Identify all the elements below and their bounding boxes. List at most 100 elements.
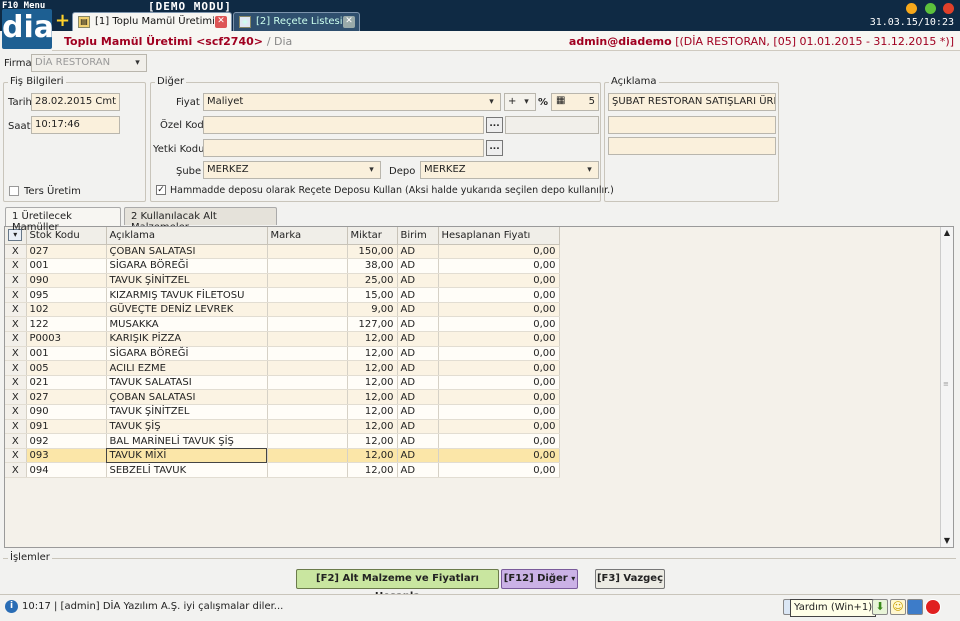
cell-birim[interactable]: AD (397, 302, 439, 318)
delete-row-button[interactable]: X (5, 316, 27, 333)
hammadde-checkbox[interactable]: ✓ (156, 185, 166, 195)
cell-marka[interactable] (267, 302, 348, 318)
cell-aciklama[interactable]: TAVUK SALATASI (106, 375, 268, 391)
cell-hesaplanan-fiyati[interactable]: 0,00 (438, 419, 560, 435)
table-row[interactable]: X 092 BAL MARİNELİ TAVUK ŞİŞ 12,00 AD 0,00 (5, 433, 560, 449)
cell-hesaplanan-fiyati[interactable]: 0,00 (438, 331, 560, 347)
cell-aciklama[interactable]: MUSAKKA (106, 316, 268, 333)
table-row[interactable]: X 021 TAVUK SALATASI 12,00 AD 0,00 (5, 375, 560, 391)
cell-stok-kodu[interactable]: 027 (26, 244, 107, 260)
cell-marka[interactable] (267, 287, 348, 303)
fiyat-select[interactable]: Maliyet ▾ (203, 93, 501, 111)
aciklama-line-3[interactable] (608, 137, 776, 155)
cell-aciklama[interactable]: ÇOBAN SALATASI (106, 244, 268, 260)
delete-row-button[interactable]: X (5, 302, 27, 318)
cell-birim[interactable]: AD (397, 273, 439, 289)
smiley-icon[interactable]: ☺ (890, 599, 906, 615)
cell-miktar[interactable]: 25,00 (347, 273, 398, 289)
column-miktar[interactable]: Miktar (347, 227, 398, 245)
cell-miktar[interactable]: 12,00 (347, 375, 398, 391)
column-hesaplanan-fiyati[interactable]: Hesaplanan Fiyatı (438, 227, 560, 245)
table-row[interactable]: X 091 TAVUK ŞİŞ 12,00 AD 0,00 (5, 419, 560, 435)
cell-miktar[interactable]: 12,00 (347, 360, 398, 376)
cell-birim[interactable]: AD (397, 331, 439, 347)
cell-miktar[interactable]: 12,00 (347, 448, 398, 464)
table-row[interactable]: X 094 SEBZELİ TAVUK 12,00 AD 0,00 (5, 462, 560, 478)
cell-aciklama[interactable]: TAVUK MİXİ (106, 448, 268, 464)
delete-row-button[interactable]: X (5, 287, 27, 303)
column-birim[interactable]: Birim (397, 227, 439, 245)
cell-birim[interactable]: AD (397, 419, 439, 435)
cell-marka[interactable] (267, 404, 348, 420)
cell-hesaplanan-fiyati[interactable]: 0,00 (438, 302, 560, 318)
cell-aciklama[interactable]: TAVUK ŞİNİTZEL (106, 273, 268, 289)
cell-stok-kodu[interactable]: 090 (26, 404, 107, 420)
cell-aciklama[interactable]: ACILI EZME (106, 360, 268, 376)
table-row[interactable]: X 090 TAVUK ŞİNİTZEL 25,00 AD 0,00 (5, 273, 560, 289)
download-icon[interactable]: ⬇ (872, 599, 888, 615)
cell-marka[interactable] (267, 346, 348, 362)
cell-birim[interactable]: AD (397, 389, 439, 406)
close-window-icon[interactable] (943, 3, 954, 14)
cell-stok-kodu[interactable]: 091 (26, 419, 107, 435)
cell-birim[interactable]: AD (397, 287, 439, 303)
table-row[interactable]: X 027 ÇOBAN SALATASI 12,00 AD 0,00 (5, 389, 560, 406)
cell-birim[interactable]: AD (397, 258, 439, 274)
cell-stok-kodu[interactable]: 122 (26, 316, 107, 333)
cell-miktar[interactable]: 12,00 (347, 346, 398, 362)
cell-aciklama[interactable]: TAVUK ŞİNİTZEL (106, 404, 268, 420)
minimize-icon[interactable] (906, 3, 917, 14)
delete-row-button[interactable]: X (5, 244, 27, 260)
cell-aciklama[interactable]: SİGARA BÖREĞİ (106, 258, 268, 274)
tab-recete-listesi[interactable]: ◈ [2] Reçete Listesi ✕ (233, 12, 360, 31)
ters-uretim-checkbox[interactable] (9, 186, 19, 196)
diger-menu-button[interactable]: [F12] Diğer ▾ (501, 569, 578, 589)
delete-row-button[interactable]: X (5, 448, 27, 464)
cell-aciklama[interactable]: SİGARA BÖREĞİ (106, 346, 268, 362)
cell-birim[interactable]: AD (397, 244, 439, 260)
ozel-kod-field[interactable] (203, 116, 484, 134)
column-aciklama[interactable]: Açıklama (106, 227, 268, 245)
cell-aciklama[interactable]: GÜVEÇTE DENİZ LEVREK (106, 302, 268, 318)
cell-hesaplanan-fiyati[interactable]: 0,00 (438, 360, 560, 376)
cell-hesaplanan-fiyati[interactable]: 0,00 (438, 389, 560, 406)
table-row[interactable]: X 122 MUSAKKA 127,00 AD 0,00 (5, 316, 560, 333)
column-marka[interactable]: Marka (267, 227, 348, 245)
table-row[interactable]: X 005 ACILI EZME 12,00 AD 0,00 (5, 360, 560, 376)
cell-stok-kodu[interactable]: 005 (26, 360, 107, 376)
table-row[interactable]: X 102 GÜVEÇTE DENİZ LEVREK 9,00 AD 0,00 (5, 302, 560, 318)
cell-miktar[interactable]: 15,00 (347, 287, 398, 303)
delete-row-button[interactable]: X (5, 331, 27, 347)
delete-row-button[interactable]: X (5, 360, 27, 376)
table-row[interactable]: X 001 SİGARA BÖREĞİ 38,00 AD 0,00 (5, 258, 560, 274)
cell-birim[interactable]: AD (397, 346, 439, 362)
close-tab-icon[interactable]: ✕ (215, 16, 227, 28)
cell-hesaplanan-fiyati[interactable]: 0,00 (438, 375, 560, 391)
maximize-icon[interactable] (925, 3, 936, 14)
cell-marka[interactable] (267, 375, 348, 391)
vertical-scrollbar[interactable]: ▲ ≡ ▼ (940, 227, 953, 547)
cell-hesaplanan-fiyati[interactable]: 0,00 (438, 462, 560, 478)
delete-row-button[interactable]: X (5, 258, 27, 274)
cell-birim[interactable]: AD (397, 375, 439, 391)
cell-marka[interactable] (267, 331, 348, 347)
cell-birim[interactable]: AD (397, 360, 439, 376)
cell-miktar[interactable]: 12,00 (347, 404, 398, 420)
saat-field[interactable]: 10:17:46 (31, 116, 120, 134)
cell-birim[interactable]: AD (397, 433, 439, 449)
cell-stok-kodu[interactable]: 095 (26, 287, 107, 303)
scroll-down-icon[interactable]: ▼ (942, 536, 952, 546)
cell-stok-kodu[interactable]: P0003 (26, 331, 107, 347)
cell-stok-kodu[interactable]: 094 (26, 462, 107, 478)
cell-hesaplanan-fiyati[interactable]: 0,00 (438, 273, 560, 289)
cell-miktar[interactable]: 12,00 (347, 389, 398, 406)
cell-aciklama[interactable]: SEBZELİ TAVUK (106, 462, 268, 478)
cell-aciklama[interactable]: KIZARMIŞ TAVUK FİLETOSU (106, 287, 268, 303)
cell-hesaplanan-fiyati[interactable]: 0,00 (438, 287, 560, 303)
close-tab-icon[interactable]: ✕ (343, 16, 355, 28)
cell-stok-kodu[interactable]: 093 (26, 448, 107, 464)
cell-hesaplanan-fiyati[interactable]: 0,00 (438, 346, 560, 362)
cell-stok-kodu[interactable]: 090 (26, 273, 107, 289)
cell-stok-kodu[interactable]: 001 (26, 258, 107, 274)
cell-miktar[interactable]: 12,00 (347, 433, 398, 449)
